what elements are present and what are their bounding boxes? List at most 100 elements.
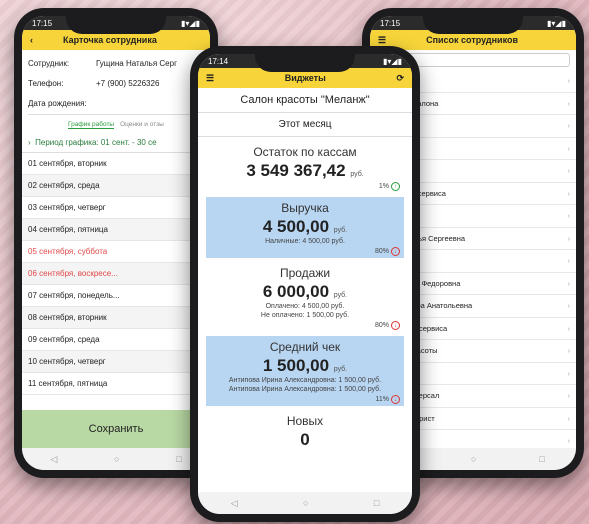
widget-unit: руб. xyxy=(333,227,348,234)
widget-amount: 3 549 367,42 xyxy=(246,161,346,180)
chevron-right-icon: › xyxy=(567,143,571,153)
schedule-row[interactable]: 01 сентября, вторник xyxy=(22,153,210,175)
menu-icon[interactable]: ☰ xyxy=(206,73,214,84)
chevron-right-icon: › xyxy=(567,166,571,176)
nav-home-icon[interactable]: ○ xyxy=(471,454,476,464)
widget-amount: 1 500,00 xyxy=(262,356,330,375)
arrow-down-icon: ↓ xyxy=(391,321,400,330)
status-icons: ▮▾◢▮ xyxy=(181,18,200,28)
chevron-right-icon: › xyxy=(567,346,571,356)
widget-title: Выручка xyxy=(281,201,329,215)
schedule-row[interactable]: 11 сентября, пятница xyxy=(22,373,210,395)
save-button[interactable]: Сохранить xyxy=(22,410,210,448)
refresh-icon[interactable]: ⟳ xyxy=(396,73,404,84)
arrow-up-icon: ↑ xyxy=(391,182,400,191)
widget-value: 1 500,00 руб. xyxy=(210,356,400,376)
schedule-row[interactable]: 04 сентября, пятница xyxy=(22,219,210,241)
schedule-row[interactable]: 05 сентября, суббота xyxy=(22,241,210,263)
schedule-row[interactable]: 10 сентября, четверг xyxy=(22,351,210,373)
phone-widgets: 17:14 ▮▾◢▮ ☰ Виджеты ⟳ Салон красоты "Мел… xyxy=(190,46,420,522)
page-title: Карточка сотрудника xyxy=(63,35,157,45)
widget-trend: 80% ↓ xyxy=(375,247,400,256)
widget-title: Продажи xyxy=(279,266,331,280)
schedule-row[interactable]: 09 сентября, среда xyxy=(22,329,210,351)
trend-percent: 80% xyxy=(374,322,389,329)
chevron-right-icon: › xyxy=(567,323,571,333)
employee-info: Сотрудник: Гущина Наталья Серг Телефон: +7… xyxy=(22,50,210,119)
nav-home-icon[interactable]: ○ xyxy=(303,498,308,508)
schedule-list: 01 сентября, вторник 02 сентября, среда 03… xyxy=(22,153,210,395)
schedule-row[interactable]: 08 сентября, вторник xyxy=(22,307,210,329)
widget-card[interactable]: Средний чек 1 500,00 руб. Антипова Ирина А… xyxy=(206,336,404,406)
widget-card[interactable]: Новых 0 xyxy=(206,410,404,462)
widget-trend: 80% ↓ xyxy=(375,321,400,330)
chevron-right-icon: › xyxy=(567,233,571,243)
widget-amount: 6 000,00 xyxy=(262,282,330,301)
chevron-right-icon: › xyxy=(567,188,571,198)
widget-subtext: Антипова Ирина Александровна: 1 500,00 р… xyxy=(228,386,382,393)
phone-value[interactable]: +7 (900) 5226326 xyxy=(96,74,159,94)
widget-unit: руб. xyxy=(333,292,348,299)
page-title: Список сотрудников xyxy=(426,35,518,45)
trend-percent: 11% xyxy=(375,396,390,403)
employee-card-screen: 17:15 ▮▾◢▮ ‹ Карточка сотрудника Сотрудни… xyxy=(22,16,210,470)
chevron-right-icon: › xyxy=(567,413,571,423)
phone-employee-card: 17:15 ▮▾◢▮ ‹ Карточка сотрудника Сотрудни… xyxy=(14,8,218,478)
widget-card[interactable]: Выручка 4 500,00 руб. Наличные: 4 500,00 р… xyxy=(206,197,404,258)
widget-title: Новых xyxy=(286,414,324,428)
widget-card[interactable]: Продажи 6 000,00 руб. Оплачено: 4 500,00 р… xyxy=(206,262,404,332)
nav-recent-icon[interactable]: □ xyxy=(539,454,544,464)
salon-name: Салон красоты "Меланж" xyxy=(198,88,412,113)
widget-title: Средний чек xyxy=(269,340,341,354)
widget-trend: 1% ↑ xyxy=(379,182,400,191)
employee-label: Сотрудник: xyxy=(28,59,70,68)
period-selector[interactable]: Этот месяц xyxy=(198,113,412,137)
back-icon[interactable]: ‹ xyxy=(30,35,33,45)
widget-unit: руб. xyxy=(350,171,364,178)
widget-value: 3 549 367,42 руб. xyxy=(210,161,400,181)
notch xyxy=(423,8,523,34)
schedule-row[interactable]: 07 сентября, понедель... xyxy=(22,285,210,307)
status-time: 17:15 xyxy=(32,18,53,28)
nav-recent-icon[interactable]: □ xyxy=(176,454,181,464)
widget-amount: 4 500,00 xyxy=(262,217,330,236)
chevron-right-icon: › xyxy=(567,121,571,131)
nav-recent-icon[interactable]: □ xyxy=(374,498,379,508)
tab-schedule[interactable]: График работы xyxy=(68,121,115,129)
chevron-right-icon: › xyxy=(567,76,571,86)
widget-trend: 11% ↓ xyxy=(375,395,400,404)
widget-value: 0 xyxy=(210,430,400,450)
chevron-right-icon: › xyxy=(567,98,571,108)
android-nav: ◁ ○ □ xyxy=(22,448,210,470)
widget-unit: руб. xyxy=(333,366,348,373)
schedule-row[interactable]: 03 сентября, четверг xyxy=(22,197,210,219)
widget-subtext: Наличные: 4 500,00 руб. xyxy=(265,238,345,245)
android-nav: ◁ ○ □ xyxy=(198,492,412,514)
chevron-right-icon: › xyxy=(567,301,571,311)
schedule-row[interactable]: 02 сентября, среда xyxy=(22,175,210,197)
widget-cards: Остаток по кассам 3 549 367,42 руб. 1% ↑ Выр… xyxy=(198,141,412,462)
nav-back-icon[interactable]: ◁ xyxy=(50,454,57,465)
status-time: 17:15 xyxy=(380,18,401,28)
schedule-period[interactable]: › Период графика: 01 сент. - 30 се xyxy=(22,133,210,153)
menu-icon[interactable]: ☰ xyxy=(378,35,386,46)
nav-home-icon[interactable]: ○ xyxy=(114,454,119,464)
notch xyxy=(66,8,166,34)
nav-back-icon[interactable]: ◁ xyxy=(231,498,238,509)
chevron-right-icon: › xyxy=(567,391,571,401)
status-time: 17:14 xyxy=(208,56,229,66)
status-icons: ▮▾◢▮ xyxy=(547,18,566,28)
widget-card[interactable]: Остаток по кассам 3 549 367,42 руб. 1% ↑ xyxy=(206,141,404,193)
period-text: Период графика: 01 сент. - 30 се xyxy=(35,138,157,147)
widget-subtext: Антипова Ирина Александровна: 1 500,00 р… xyxy=(228,377,382,384)
employee-value[interactable]: Гущина Наталья Серг xyxy=(96,54,177,74)
phone-label: Телефон: xyxy=(28,79,64,88)
trend-percent: 80% xyxy=(374,248,389,255)
schedule-row[interactable]: 06 сентября, воскресе... xyxy=(22,263,210,285)
chevron-right-icon: › xyxy=(567,211,571,221)
page-title: Виджеты xyxy=(284,73,326,83)
trend-percent: 1% xyxy=(378,183,389,190)
tab-ratings[interactable]: Оценки и отзы xyxy=(120,121,164,129)
widget-amount: 0 xyxy=(300,430,310,449)
birth-label: Дата рождения: xyxy=(28,99,87,108)
